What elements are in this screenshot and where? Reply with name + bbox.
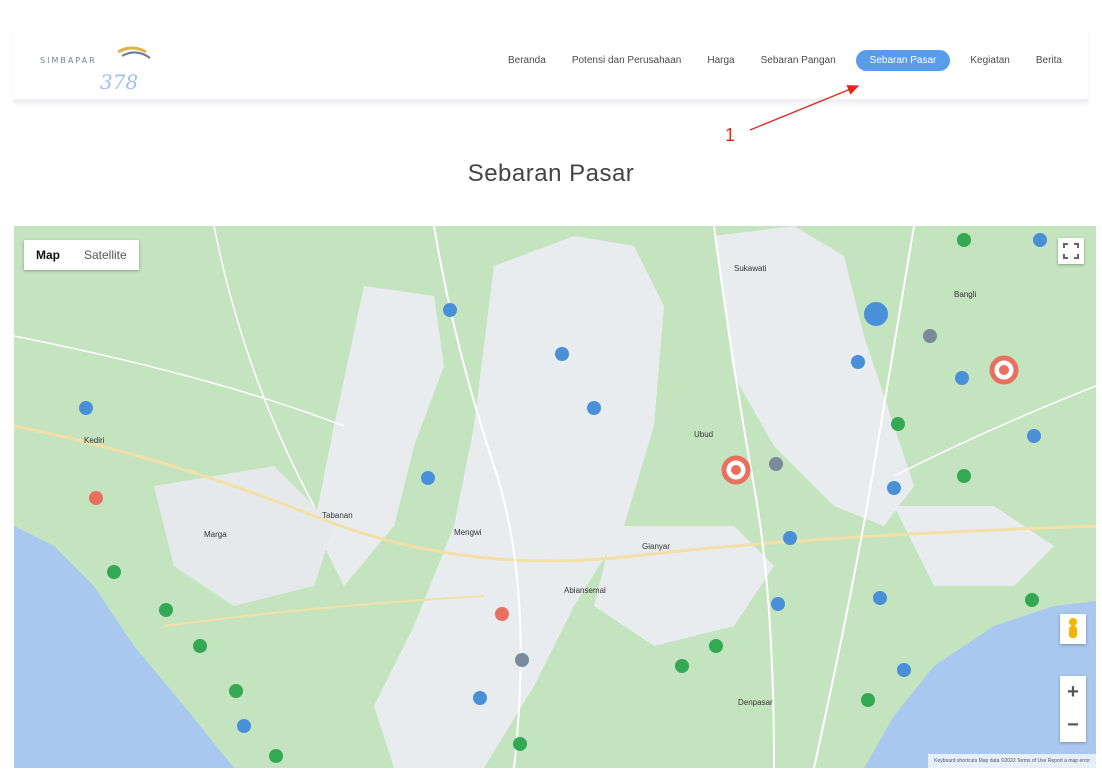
- map-label: Tabanan: [322, 511, 353, 520]
- pegman-icon: [1069, 618, 1077, 638]
- map-attribution[interactable]: Keyboard shortcuts Map data ©2022 Terms …: [928, 754, 1096, 768]
- water-marker: [864, 302, 888, 326]
- map-type-map-button[interactable]: Map: [24, 240, 72, 270]
- zoom-in-button[interactable]: +: [1060, 676, 1086, 709]
- map-label: Sukawati: [734, 264, 767, 273]
- map-type-satellite-button[interactable]: Satellite: [72, 240, 139, 270]
- map-label: Marga: [204, 530, 227, 539]
- map-label: Kediri: [84, 436, 105, 445]
- map-label: Ubud: [694, 430, 714, 439]
- map-label: Denpasar: [738, 698, 773, 707]
- street-view-pegman[interactable]: [1060, 614, 1086, 644]
- map-base[interactable]: [14, 226, 1096, 768]
- fullscreen-icon: [1063, 243, 1079, 259]
- market-map[interactable]: Tabanan Mengwi Bangli Gianyar Sukawati M…: [14, 226, 1096, 768]
- annotation-number-1: 1: [725, 125, 736, 145]
- zoom-control: + −: [1060, 676, 1086, 742]
- map-label: Abiansemal: [564, 586, 606, 595]
- zoom-out-button[interactable]: −: [1060, 709, 1086, 742]
- annotation-arrow-1: [749, 85, 860, 131]
- page-title: Sebaran Pasar: [467, 160, 635, 187]
- fullscreen-button[interactable]: [1058, 238, 1084, 264]
- map-label: Bangli: [954, 290, 977, 299]
- map-label: Gianyar: [642, 542, 671, 551]
- map-label: Mengwi: [454, 528, 482, 537]
- map-type-control: Map Satellite: [24, 240, 139, 270]
